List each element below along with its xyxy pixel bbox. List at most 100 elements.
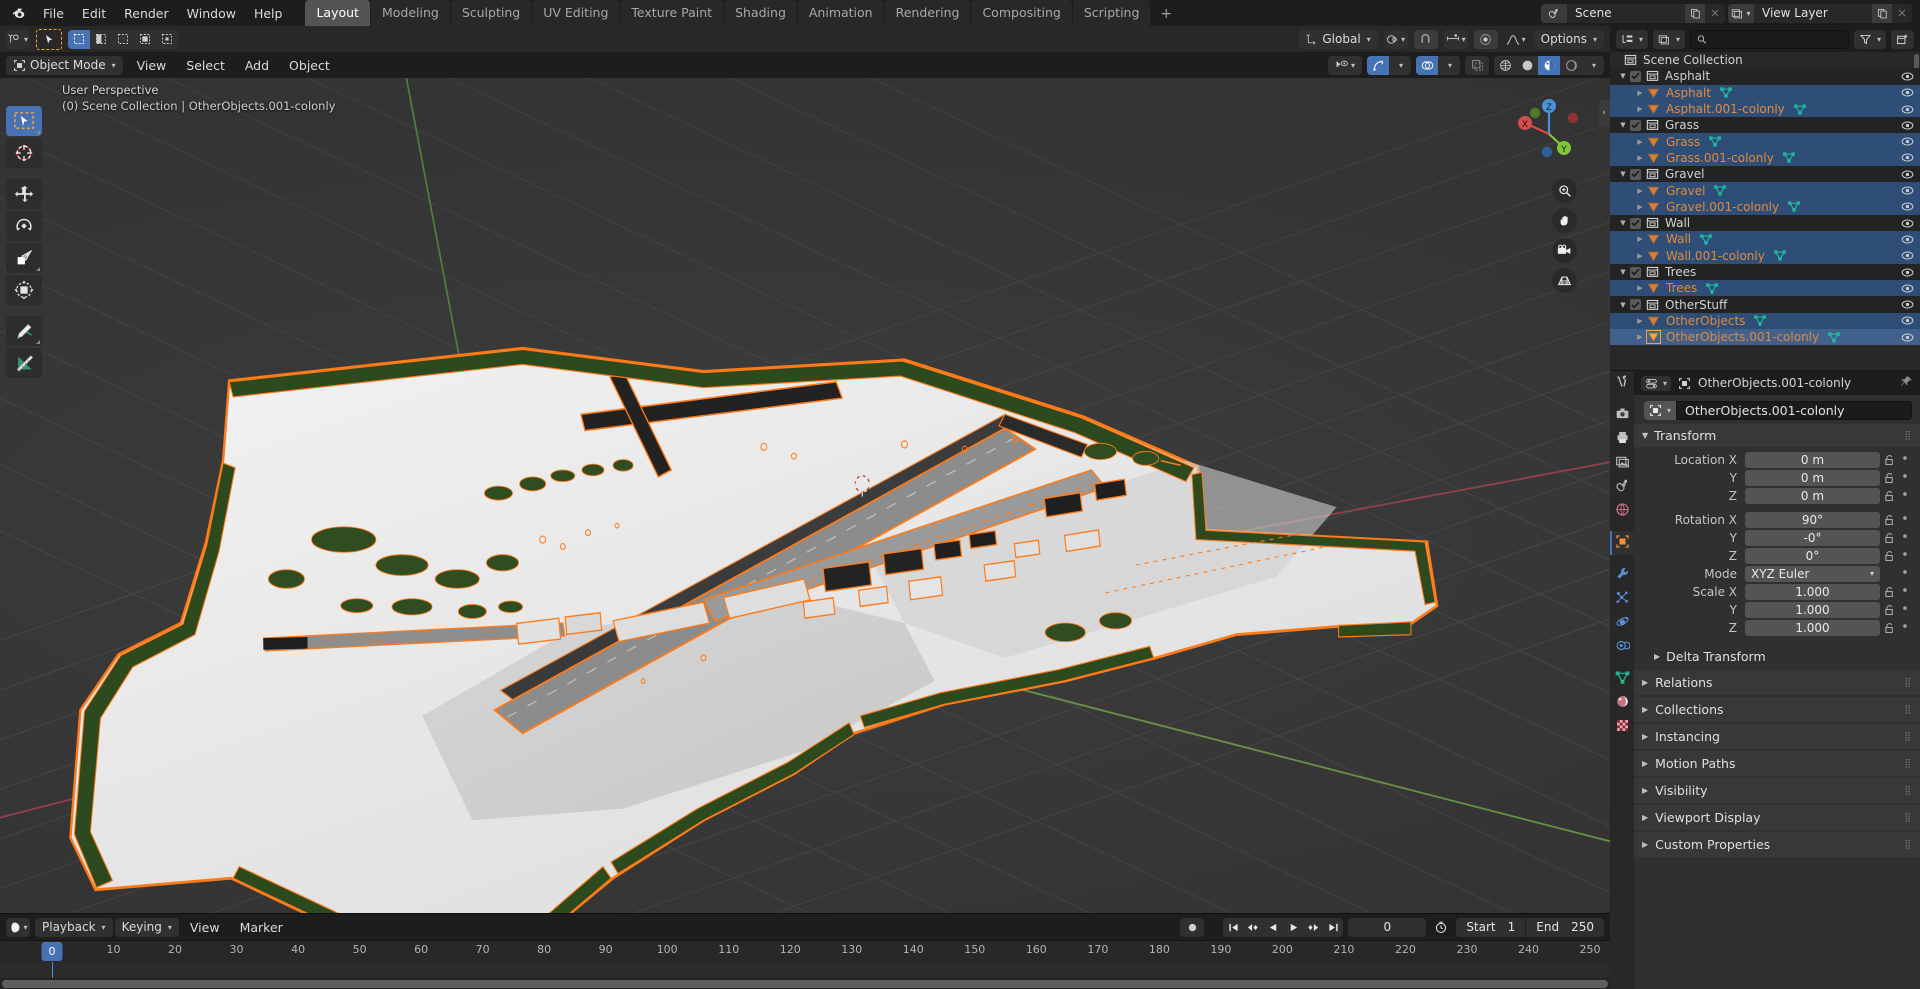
new-collection-icon[interactable] (1891, 30, 1914, 49)
editor-type-icon[interactable]: ▾ (6, 30, 30, 49)
auto-key-clock-icon[interactable] (1430, 918, 1452, 937)
frame-range-controls[interactable]: Start 1 End 250 (1456, 918, 1604, 937)
camera-nav-button[interactable] (1552, 238, 1577, 263)
outliner-row-gravel[interactable]: ▼Gravel (1610, 166, 1920, 182)
select-set-icon[interactable] (68, 30, 90, 49)
material-preview-shading-icon[interactable] (1538, 56, 1560, 75)
add-workspace-button[interactable]: + (1151, 2, 1181, 26)
timeline-track-area[interactable] (0, 962, 1610, 978)
transform-tool-button[interactable] (6, 275, 42, 305)
outliner-row-asphalt[interactable]: ▼Asphalt (1610, 68, 1920, 84)
timeline-horizontal-scrollbar[interactable] (0, 978, 1610, 989)
scale-x-lock-icon[interactable] (1880, 586, 1898, 598)
object-mode-dropdown[interactable]: Object Mode ▾ (6, 56, 123, 75)
zoom-nav-button[interactable] (1552, 178, 1577, 203)
menu-window[interactable]: Window (178, 3, 245, 24)
timeline-current-frame-indicator[interactable]: 0 (42, 942, 63, 961)
outliner-row-otherstuff[interactable]: ▼OtherStuff (1610, 296, 1920, 312)
workspace-tab-shading[interactable]: Shading (724, 0, 797, 26)
jump-prev-keyframe-button[interactable] (1243, 918, 1263, 937)
falloff-curve-icon[interactable]: ▾ (1504, 30, 1528, 49)
outliner-row-asphalt[interactable]: ▶Asphalt (1610, 85, 1920, 101)
object-visibility-icon[interactable]: ▾ (1328, 56, 1362, 75)
outliner-tree[interactable]: Scene Collection▼Asphalt▶Asphalt▶Asphalt… (1610, 52, 1920, 370)
visibility-eye-icon[interactable] (1901, 136, 1914, 147)
filter-id-icon[interactable]: ▾ (1653, 30, 1685, 49)
location-y-value[interactable]: 0 m (1745, 470, 1880, 486)
rotation-x-value[interactable]: 90° (1745, 512, 1880, 528)
new-scene-button[interactable] (1685, 4, 1705, 23)
transform-orientation-dropdown[interactable]: Global ▾ (1299, 30, 1377, 49)
rotation-x-animate-dot[interactable]: • (1898, 512, 1912, 527)
select-box-icon[interactable] (36, 29, 62, 50)
3d-viewport[interactable]: User Perspective (0) Scene Collection | … (0, 78, 1610, 913)
current-frame-field[interactable]: 0 (1348, 918, 1426, 937)
filter-funnel-icon[interactable]: ▾ (1854, 30, 1886, 49)
visibility-eye-icon[interactable] (1901, 299, 1914, 310)
visibility-eye-icon[interactable] (1901, 218, 1914, 229)
scale-z-value[interactable]: 1.000 (1745, 620, 1880, 636)
properties-tab-world[interactable] (1610, 499, 1634, 523)
outliner-row-grass[interactable]: ▼Grass (1610, 117, 1920, 133)
outliner-row-grass[interactable]: ▶Grass (1610, 133, 1920, 149)
properties-tab-modifiers[interactable] (1610, 563, 1634, 587)
visibility-eye-icon[interactable] (1901, 234, 1914, 245)
view-layer-name-value[interactable]: View Layer (1754, 6, 1872, 20)
properties-tab-scene[interactable] (1610, 475, 1634, 499)
overlays-icon[interactable] (1416, 56, 1438, 75)
workspace-tab-modeling[interactable]: Modeling (371, 0, 450, 26)
properties-tab-output[interactable] (1610, 427, 1634, 451)
visibility-eye-icon[interactable] (1901, 185, 1914, 196)
jump-to-start-button[interactable] (1223, 918, 1243, 937)
visibility-eye-icon[interactable] (1901, 283, 1914, 294)
scene-name-value[interactable]: Scene (1567, 6, 1685, 20)
timeline-menu-marker[interactable]: Marker (231, 917, 292, 938)
outliner-row-wall[interactable]: ▼Wall (1610, 215, 1920, 231)
outliner-row-trees[interactable]: ▼Trees (1610, 264, 1920, 280)
overlays-dropdown-chevron-icon[interactable]: ▾ (1438, 56, 1460, 75)
proportional-edit-icon[interactable] (1474, 30, 1498, 49)
visibility-eye-icon[interactable] (1901, 169, 1914, 180)
outliner-row-asphalt-001-colonly[interactable]: ▶Asphalt.001-colonly (1610, 101, 1920, 117)
properties-section-delta-transform[interactable]: ▶Delta Transform (1634, 645, 1920, 668)
viewport-sidebar-toggle[interactable]: ‹ (1598, 100, 1610, 126)
visibility-eye-icon[interactable] (1901, 104, 1914, 115)
rotation-mode-animate-dot[interactable]: • (1898, 566, 1912, 581)
location-y-lock-icon[interactable] (1880, 472, 1898, 484)
measure-tool-button[interactable] (6, 348, 42, 378)
disclosure-triangle-icon[interactable]: ▼ (1616, 268, 1630, 276)
timeline-menu-view[interactable]: View (181, 917, 229, 938)
scale-x-animate-dot[interactable]: • (1898, 584, 1912, 599)
new-view-layer-button[interactable] (1872, 4, 1892, 23)
rotation-y-animate-dot[interactable]: • (1898, 530, 1912, 545)
rotation-z-animate-dot[interactable]: • (1898, 548, 1912, 563)
rotation-y-lock-icon[interactable] (1880, 532, 1898, 544)
start-frame-field[interactable]: Start 1 (1456, 918, 1525, 937)
properties-tab-constraints[interactable] (1610, 635, 1634, 659)
outliner-row-wall[interactable]: ▶Wall (1610, 231, 1920, 247)
scale-y-animate-dot[interactable]: • (1898, 602, 1912, 617)
location-z-value[interactable]: 0 m (1745, 488, 1880, 504)
workspace-tab-animation[interactable]: Animation (798, 0, 884, 26)
properties-editor-icon[interactable]: ▾ (1641, 376, 1671, 391)
disclosure-triangle-icon[interactable]: ▶ (1633, 333, 1647, 341)
workspace-tab-uv-editing[interactable]: UV Editing (532, 0, 619, 26)
pivot-point-icon[interactable]: ▾ (1384, 30, 1408, 49)
overlays-toggle-group[interactable]: ▾ (1416, 56, 1460, 75)
outliner-search-field[interactable] (1690, 30, 1849, 49)
remove-view-layer-button[interactable] (1892, 4, 1912, 23)
location-y-animate-dot[interactable]: • (1898, 470, 1912, 485)
collection-checkbox[interactable] (1630, 120, 1641, 131)
outliner-row-grass-001-colonly[interactable]: ▶Grass.001-colonly (1610, 150, 1920, 166)
properties-tab-object-data[interactable] (1610, 667, 1634, 691)
visibility-eye-icon[interactable] (1901, 267, 1914, 278)
timeline-editor-icon[interactable]: ▾ (6, 918, 30, 937)
pan-nav-button[interactable] (1552, 208, 1577, 233)
disclosure-triangle-icon[interactable]: ▶ (1633, 187, 1647, 195)
location-x-value[interactable]: 0 m (1745, 452, 1880, 468)
properties-section-viewport-display[interactable]: ▶Viewport Display⣿ (1634, 805, 1920, 830)
select-mode-segmented[interactable] (68, 30, 178, 49)
workspace-tab-scripting[interactable]: Scripting (1073, 0, 1151, 26)
select-invert-icon[interactable] (134, 30, 156, 49)
navigation-gizmo[interactable]: Z X Y (1510, 92, 1588, 170)
